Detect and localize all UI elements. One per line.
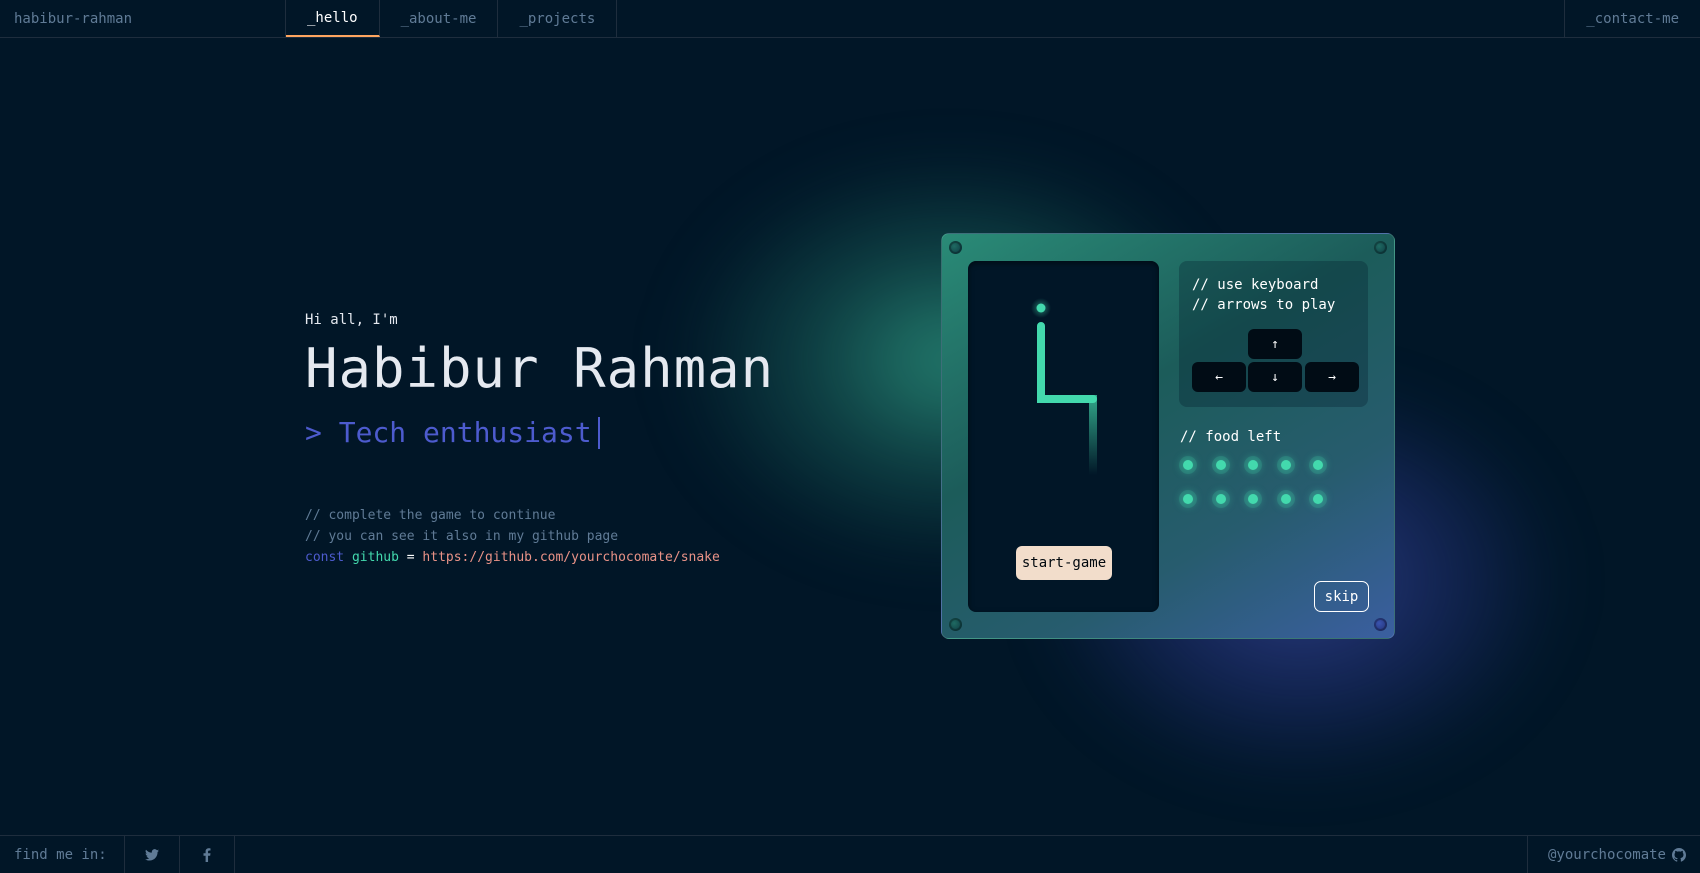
facebook-icon [203, 847, 211, 862]
food-dot [1248, 494, 1258, 504]
code-line: const github = https://github.com/yourch… [305, 547, 774, 568]
role-text: > Tech enthusiast [305, 416, 592, 449]
github-icon [1672, 847, 1686, 862]
page: habibur-rahman _hello _about-me _project… [0, 0, 1700, 873]
instruction-line-2: // arrows to play [1192, 297, 1336, 313]
snake-tail [1089, 395, 1097, 475]
food-dot [1248, 460, 1258, 470]
tab-hello[interactable]: _hello [286, 0, 380, 37]
food-dot [1280, 494, 1291, 504]
arrow-right-key[interactable]: → [1305, 362, 1359, 392]
food-left-label: // food left [1180, 429, 1282, 445]
start-game-button[interactable]: start-game [1016, 546, 1112, 580]
snake-game-board: start-game // use keyboard // arrows to … [941, 233, 1395, 639]
brand-name[interactable]: habibur-rahman [0, 0, 286, 37]
twitter-link[interactable] [125, 836, 180, 873]
instruction-line-1: // use keyboard [1192, 277, 1319, 293]
arrow-keys: ↑ ← ↓ → [1192, 329, 1359, 395]
role-line: > Tech enthusiast [305, 416, 774, 449]
arrow-right-icon: → [1328, 369, 1336, 385]
comment-line-1: // complete the game to continue [305, 508, 556, 523]
code-variable: github [351, 550, 399, 565]
snake-food [1036, 303, 1046, 313]
screw-top-right [1374, 241, 1387, 254]
food-dot [1183, 460, 1193, 470]
arrow-up-icon: ↑ [1271, 336, 1279, 352]
arrow-down-key[interactable]: ↓ [1248, 362, 1302, 392]
food-dot [1215, 460, 1226, 470]
github-link[interactable]: https://github.com/yourchocomate/snake [422, 550, 719, 565]
food-left-grid [1183, 460, 1343, 520]
arrow-left-key[interactable]: ← [1192, 362, 1246, 392]
food-dot [1215, 494, 1226, 504]
code-equals: = [406, 550, 415, 565]
twitter-icon [145, 848, 159, 861]
comment-line-2: // you can see it also in my github page [305, 529, 619, 544]
screw-bottom-right [1374, 618, 1387, 631]
hero-name: Habibur Rahman [305, 337, 775, 400]
arrow-down-icon: ↓ [1271, 369, 1279, 385]
github-handle: @yourchocomate [1547, 846, 1666, 863]
greeting: Hi all, I'm [305, 312, 398, 328]
footer: find me in: @yourchocomate [0, 835, 1700, 873]
controls-panel: // use keyboard // arrows to play ↑ ← ↓ … [1179, 261, 1368, 407]
screw-top-left [949, 241, 962, 254]
code-keyword: const [305, 550, 345, 565]
skip-button[interactable]: skip [1314, 581, 1369, 612]
footer-spacer [235, 836, 1527, 873]
food-dot [1183, 494, 1193, 504]
screw-bottom-left [949, 618, 962, 631]
facebook-link[interactable] [180, 836, 235, 873]
food-dot [1313, 494, 1323, 504]
code-comments: // complete the game to continue // you … [305, 505, 774, 568]
tab-contact-me[interactable]: _contact-me [1564, 0, 1700, 37]
food-dot [1280, 460, 1291, 470]
game-screen[interactable]: start-game [968, 261, 1159, 612]
tab-projects[interactable]: _projects [498, 0, 618, 37]
github-handle-link[interactable]: @yourchocomate [1526, 836, 1700, 873]
food-dot [1313, 460, 1323, 470]
hero-section: Hi all, I'm Habibur Rahman > Tech enthus… [305, 312, 774, 568]
top-nav: habibur-rahman _hello _about-me _project… [0, 0, 1700, 38]
snake-body [1037, 322, 1097, 403]
text-cursor [597, 416, 600, 449]
arrow-up-key[interactable]: ↑ [1248, 329, 1302, 359]
arrow-left-icon: ← [1215, 369, 1223, 385]
tab-about-me[interactable]: _about-me [380, 0, 499, 37]
find-me-label: find me in: [0, 836, 125, 873]
